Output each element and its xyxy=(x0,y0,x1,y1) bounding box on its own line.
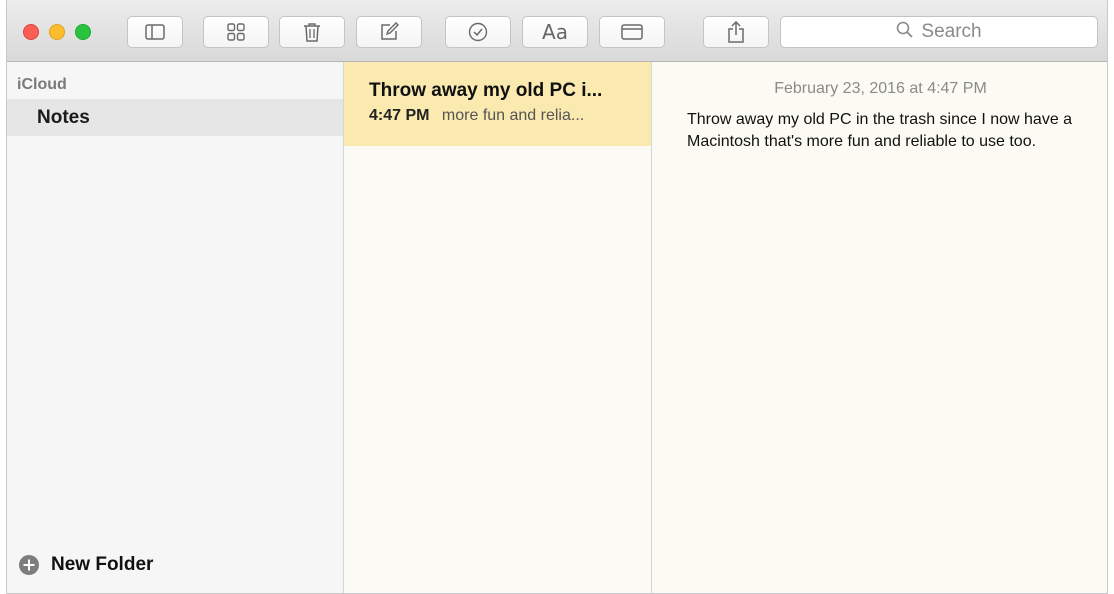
note-time: 4:47 PM xyxy=(369,107,430,124)
zoom-window-button[interactable] xyxy=(75,24,91,40)
share-icon xyxy=(727,21,745,43)
format-button[interactable]: Aa xyxy=(522,16,588,48)
note-date: February 23, 2016 at 4:47 PM xyxy=(774,80,987,97)
sidebar-item-label: Notes xyxy=(37,106,90,128)
plus-circle-icon xyxy=(19,555,39,575)
trash-icon xyxy=(303,22,321,42)
compose-icon xyxy=(379,22,399,42)
toggle-sidebar-button[interactable] xyxy=(127,16,183,48)
sidebar-icon xyxy=(145,24,165,40)
toolbar: Aa Search xyxy=(7,0,1107,62)
grid-icon xyxy=(227,23,245,41)
folders-sidebar: iCloud Notes New Folder xyxy=(7,62,344,593)
checkmark-circle-icon xyxy=(468,22,488,42)
share-button[interactable] xyxy=(703,16,769,48)
attachments-browser-button[interactable] xyxy=(203,16,269,48)
new-folder-button[interactable]: New Folder xyxy=(19,554,153,576)
new-note-button[interactable] xyxy=(356,16,422,48)
note-body[interactable]: Throw away my old PC in the trash since … xyxy=(687,109,1087,153)
close-window-button[interactable] xyxy=(23,24,39,40)
sidebar-section-icloud: iCloud xyxy=(17,76,67,93)
sidebar-item-notes[interactable]: Notes xyxy=(7,99,343,136)
note-title: Throw away my old PC i... xyxy=(369,80,603,101)
note-summary: 4:47 PM more fun and relia... xyxy=(369,107,584,125)
note-preview: more fun and relia... xyxy=(441,107,585,124)
note-list-item[interactable]: Throw away my old PC i... 4:47 PM more f… xyxy=(344,62,651,146)
minimize-window-button[interactable] xyxy=(49,24,65,40)
text-style-icon: Aa xyxy=(542,20,568,44)
add-table-button[interactable] xyxy=(599,16,665,48)
window-icon xyxy=(621,24,643,40)
search-field[interactable]: Search xyxy=(780,16,1098,48)
search-placeholder: Search xyxy=(921,21,982,42)
new-folder-label: New Folder xyxy=(51,554,154,575)
notes-window: Aa Search iCloud Notes New Folder Throw … xyxy=(6,0,1108,594)
search-icon xyxy=(896,21,914,44)
checklist-button[interactable] xyxy=(445,16,511,48)
delete-note-button[interactable] xyxy=(279,16,345,48)
note-editor[interactable]: February 23, 2016 at 4:47 PM Throw away … xyxy=(652,62,1107,593)
note-list: Throw away my old PC i... 4:47 PM more f… xyxy=(344,62,652,593)
